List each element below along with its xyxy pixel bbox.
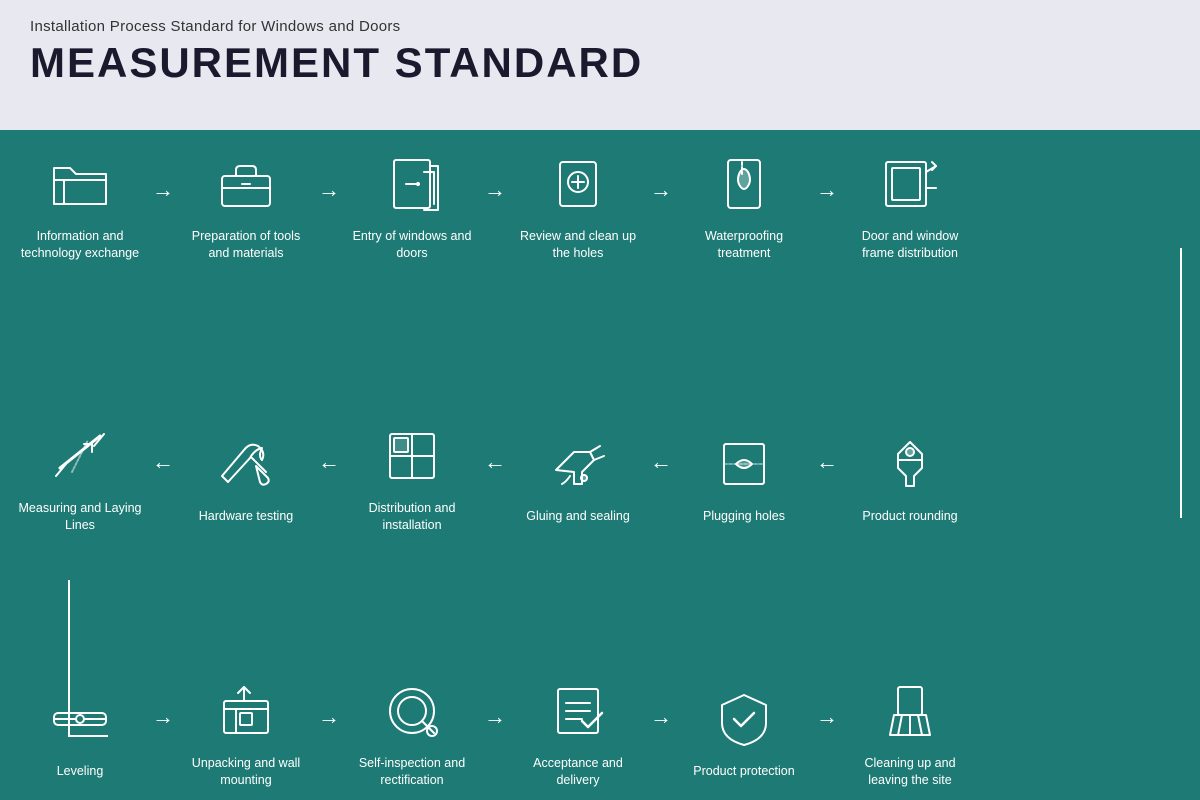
step-label: Waterproofing treatment xyxy=(679,228,809,262)
header-subtitle: Installation Process Standard for Window… xyxy=(30,18,1170,35)
step-label: Hardware testing xyxy=(199,508,294,525)
step-waterproofing: Waterproofing treatment xyxy=(674,148,814,262)
arrow: → xyxy=(650,177,672,203)
step-info-tech: Information and technology exchange xyxy=(10,148,150,262)
step-review-holes: Review and clean up the holes xyxy=(508,148,648,262)
wrench-screwdriver-icon xyxy=(210,428,282,500)
step-plugging: Plugging holes xyxy=(674,428,814,525)
step-label: Product protection xyxy=(693,763,794,780)
step-cleanup: Cleaning up and leaving the site xyxy=(840,675,980,789)
arrow: ← xyxy=(816,449,838,475)
flow-row-1: Information and technology exchange → Pr… xyxy=(10,148,980,262)
broom-icon xyxy=(874,675,946,747)
step-protection: Product protection xyxy=(674,683,814,780)
step-label: Preparation of tools and materials xyxy=(181,228,311,262)
pin-round-icon xyxy=(874,428,946,500)
magnifier-icon xyxy=(542,148,614,220)
folder-icon xyxy=(44,148,116,220)
step-measuring: Measuring and Laying Lines xyxy=(10,420,150,534)
arrow: → xyxy=(816,177,838,203)
unpack-icon xyxy=(210,675,282,747)
step-acceptance: Acceptance and delivery xyxy=(508,675,648,789)
arrow: → xyxy=(484,704,506,730)
step-label: Cleaning up and leaving the site xyxy=(845,755,975,789)
step-label: Gluing and sealing xyxy=(526,508,630,525)
arrow: ← xyxy=(152,449,174,475)
arrow: → xyxy=(816,704,838,730)
step-label: Leveling xyxy=(57,763,104,780)
ruler-cross-icon xyxy=(44,420,116,492)
step-gluing: Gluing and sealing xyxy=(508,428,648,525)
step-label: Information and technology exchange xyxy=(15,228,145,262)
step-label: Unpacking and wall mounting xyxy=(181,755,311,789)
arrow: → xyxy=(484,177,506,203)
arrow: → xyxy=(318,704,340,730)
step-label: Plugging holes xyxy=(703,508,785,525)
step-prep-tools: Preparation of tools and materials xyxy=(176,148,316,262)
shield-check-icon xyxy=(708,683,780,755)
step-label: Door and window frame distribution xyxy=(845,228,975,262)
step-distribution: Distribution and installation xyxy=(342,420,482,534)
step-label: Review and clean up the holes xyxy=(513,228,643,262)
step-label: Self-inspection and rectification xyxy=(347,755,477,789)
arrow: → xyxy=(152,704,174,730)
main-diagram: Information and technology exchange → Pr… xyxy=(0,130,1200,800)
step-label: Product rounding xyxy=(862,508,957,525)
header: Installation Process Standard for Window… xyxy=(0,0,1200,130)
flow-row-2: Measuring and Laying Lines ← Hardware te… xyxy=(10,420,980,534)
step-label: Measuring and Laying Lines xyxy=(15,500,145,534)
grid-install-icon xyxy=(376,420,448,492)
step-label: Entry of windows and doors xyxy=(347,228,477,262)
arrow: ← xyxy=(650,449,672,475)
arrow: → xyxy=(650,704,672,730)
step-rounding: Product rounding xyxy=(840,428,980,525)
glue-gun-icon xyxy=(542,428,614,500)
arrow: → xyxy=(152,177,174,203)
door-entry-icon xyxy=(376,148,448,220)
arrow: ← xyxy=(318,449,340,475)
frame-export-icon xyxy=(874,148,946,220)
step-frame-dist: Door and window frame distribution xyxy=(840,148,980,262)
accept-icon xyxy=(542,675,614,747)
plug-hole-icon xyxy=(708,428,780,500)
connector-vert-1 xyxy=(1180,248,1182,518)
step-label: Distribution and installation xyxy=(347,500,477,534)
step-unpacking: Unpacking and wall mounting xyxy=(176,675,316,789)
self-inspect-icon xyxy=(376,675,448,747)
step-self-inspect: Self-inspection and rectification xyxy=(342,675,482,789)
step-label: Acceptance and delivery xyxy=(513,755,643,789)
arrow: ← xyxy=(484,449,506,475)
header-title: MEASUREMENT STANDARD xyxy=(30,39,1170,87)
flow-row-3: Leveling → Unpacking and wall mounting →… xyxy=(10,675,980,789)
arrow: → xyxy=(318,177,340,203)
level-icon xyxy=(44,683,116,755)
waterproof-icon xyxy=(708,148,780,220)
toolbox-icon xyxy=(210,148,282,220)
step-entry-doors: Entry of windows and doors xyxy=(342,148,482,262)
step-leveling: Leveling xyxy=(10,683,150,780)
step-hardware: Hardware testing xyxy=(176,428,316,525)
